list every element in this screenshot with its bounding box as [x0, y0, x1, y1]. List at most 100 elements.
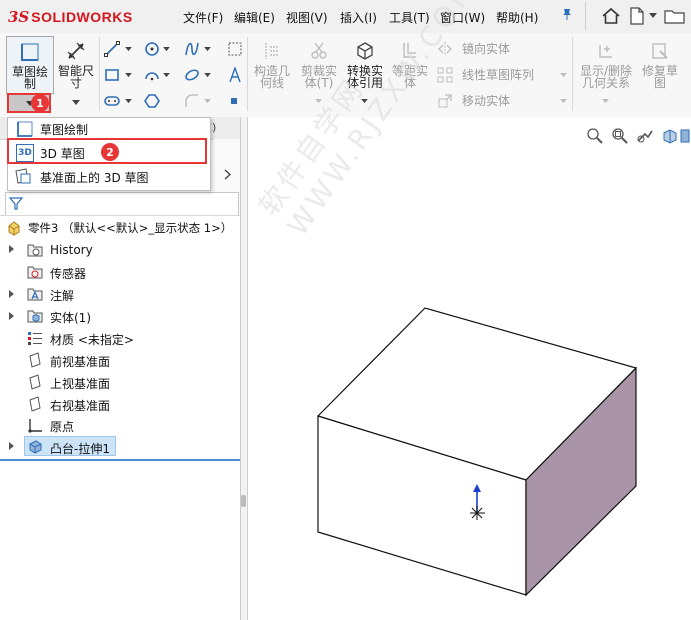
tree-item-material[interactable]: 材质 <未指定> — [50, 331, 134, 348]
callout-badge-2: 2 — [101, 143, 119, 161]
solid-bodies-icon — [27, 310, 43, 323]
linear-pattern-icon — [437, 67, 453, 83]
chevron-right-icon[interactable] — [224, 169, 231, 180]
filter-divider — [0, 215, 240, 216]
logo-text: SOLIDWORKS — [31, 9, 133, 25]
origin-icon — [28, 419, 42, 433]
tree-item-history[interactable]: History — [50, 243, 93, 257]
trim-icon — [311, 42, 327, 59]
expand-arrow-icon[interactable] — [9, 245, 14, 253]
part-icon — [8, 221, 20, 236]
expand-arrow-icon[interactable] — [9, 312, 14, 320]
line-icon[interactable] — [104, 41, 120, 57]
sketch-label-2: 制 — [23, 77, 36, 91]
spline-icon[interactable] — [184, 41, 200, 57]
tree-item-annotations[interactable]: 注解 — [50, 287, 74, 304]
sketch-icon — [17, 121, 33, 137]
history-folder-icon — [27, 244, 43, 257]
tree-item-sensors[interactable]: 传感器 — [50, 265, 86, 282]
tree-item-origin[interactable]: 原点 — [50, 418, 74, 435]
new-document-icon[interactable] — [627, 5, 647, 27]
sensor-icon — [27, 266, 43, 279]
view-orientation-icon[interactable] — [680, 128, 690, 144]
construction-geometry-button: 构造几 何线 — [252, 41, 292, 101]
smart-dimension-icon — [67, 42, 85, 60]
plane-icon — [29, 352, 41, 368]
rectangle-dropdown-icon[interactable] — [125, 73, 132, 78]
callout-badge-1: 1 — [31, 94, 49, 112]
menu-file[interactable]: 文件(F) — [183, 9, 223, 26]
relations-label-2: 几何关系 — [581, 76, 630, 90]
logo-ds: 3S — [8, 8, 30, 26]
ellipse-dropdown-icon[interactable] — [204, 73, 211, 78]
tree-item-top-plane[interactable]: 上视基准面 — [50, 375, 110, 392]
toolbar-separator — [99, 37, 100, 111]
menu-item-3d-sketch-on-plane-label: 基准面上的 3D 草图 — [40, 170, 149, 185]
slot-icon[interactable] — [104, 93, 120, 109]
home-icon[interactable] — [598, 5, 624, 27]
slot-dropdown-icon[interactable] — [125, 99, 132, 104]
sketch-button[interactable]: 草图绘 制 — [6, 36, 54, 94]
text-icon[interactable] — [227, 67, 243, 83]
polygon-icon[interactable] — [144, 93, 160, 109]
expand-arrow-icon[interactable] — [9, 290, 14, 298]
part-name[interactable]: 零件3 （默认<<默认>_显示状态 1>） — [28, 220, 232, 236]
rollback-bar[interactable] — [0, 459, 240, 461]
menu-view[interactable]: 视图(V) — [286, 9, 328, 26]
dimension-dropdown-icon[interactable] — [72, 100, 80, 106]
point-icon[interactable] — [230, 97, 238, 105]
menu-item-sketch-label: 草图绘制 — [40, 122, 89, 137]
smart-dimension-button[interactable]: 智能尺 寸 — [54, 36, 98, 105]
display-grid-icon[interactable] — [227, 41, 243, 57]
dimension-label-2: 寸 — [69, 76, 82, 90]
move-entities-icon — [438, 94, 452, 108]
filter-icon — [9, 197, 23, 210]
repair-label-2: 图 — [653, 76, 666, 90]
move-label: 移动实体 — [462, 94, 511, 108]
filter-box[interactable] — [5, 192, 239, 216]
circle-icon[interactable] — [144, 41, 160, 57]
tree-item-front-plane[interactable]: 前视基准面 — [50, 353, 110, 370]
section-view-icon[interactable] — [661, 127, 679, 145]
ellipse-icon[interactable] — [184, 67, 200, 83]
zoom-to-fit-icon[interactable] — [586, 127, 604, 145]
extrude-boss-icon — [29, 440, 42, 454]
tree-item-solid-bodies[interactable]: 实体(1) — [50, 309, 91, 326]
rectangle-icon[interactable] — [104, 67, 120, 83]
sketch-icon — [21, 43, 39, 61]
linear-pattern-label: 线性草图阵列 — [462, 68, 535, 82]
zoom-to-area-icon[interactable] — [611, 127, 629, 145]
box-model[interactable] — [310, 300, 640, 600]
menu-separator — [585, 2, 586, 30]
plane-icon — [29, 396, 41, 412]
menu-item-sketch[interactable]: 草图绘制 — [8, 118, 208, 140]
toolbar-separator — [572, 37, 573, 111]
move-dropdown-icon — [560, 99, 567, 104]
repair-sketch-icon — [652, 43, 668, 59]
construct-label-2: 何线 — [259, 76, 284, 90]
mirror-label: 镜向实体 — [462, 42, 511, 56]
previous-view-icon[interactable] — [636, 127, 654, 145]
open-folder-icon[interactable] — [662, 5, 688, 27]
relations-dropdown-icon — [602, 99, 609, 104]
circle-dropdown-icon[interactable] — [163, 47, 170, 52]
arc-icon[interactable] — [144, 67, 160, 83]
menu-edit[interactable]: 编辑(E) — [234, 9, 275, 26]
menu-help[interactable]: 帮助(H) — [496, 9, 538, 26]
repair-sketch-button: 修复草 图 — [638, 41, 682, 101]
construction-line-icon — [265, 43, 278, 59]
relations-icon — [599, 45, 612, 58]
display-delete-relations-button: 显示/删除 几何关系 — [576, 41, 636, 109]
expand-arrow-icon[interactable] — [9, 442, 14, 450]
arc-dropdown-icon[interactable] — [163, 73, 170, 78]
pin-icon[interactable] — [560, 7, 574, 25]
tree-item-right-plane[interactable]: 右视基准面 — [50, 397, 110, 414]
line-dropdown-icon[interactable] — [125, 47, 132, 52]
new-dropdown-icon[interactable] — [648, 5, 658, 27]
menu-item-3d-sketch-on-plane[interactable]: 基准面上的 3D 草图 — [8, 166, 208, 188]
panel-splitter[interactable] — [241, 117, 248, 620]
solidworks-logo: 3S SOLIDWORKS — [8, 6, 133, 28]
spline-dropdown-icon[interactable] — [204, 47, 211, 52]
splitter-handle[interactable] — [241, 495, 246, 507]
tree-item-boss-extrude[interactable]: 凸台-拉伸1 — [50, 440, 110, 457]
